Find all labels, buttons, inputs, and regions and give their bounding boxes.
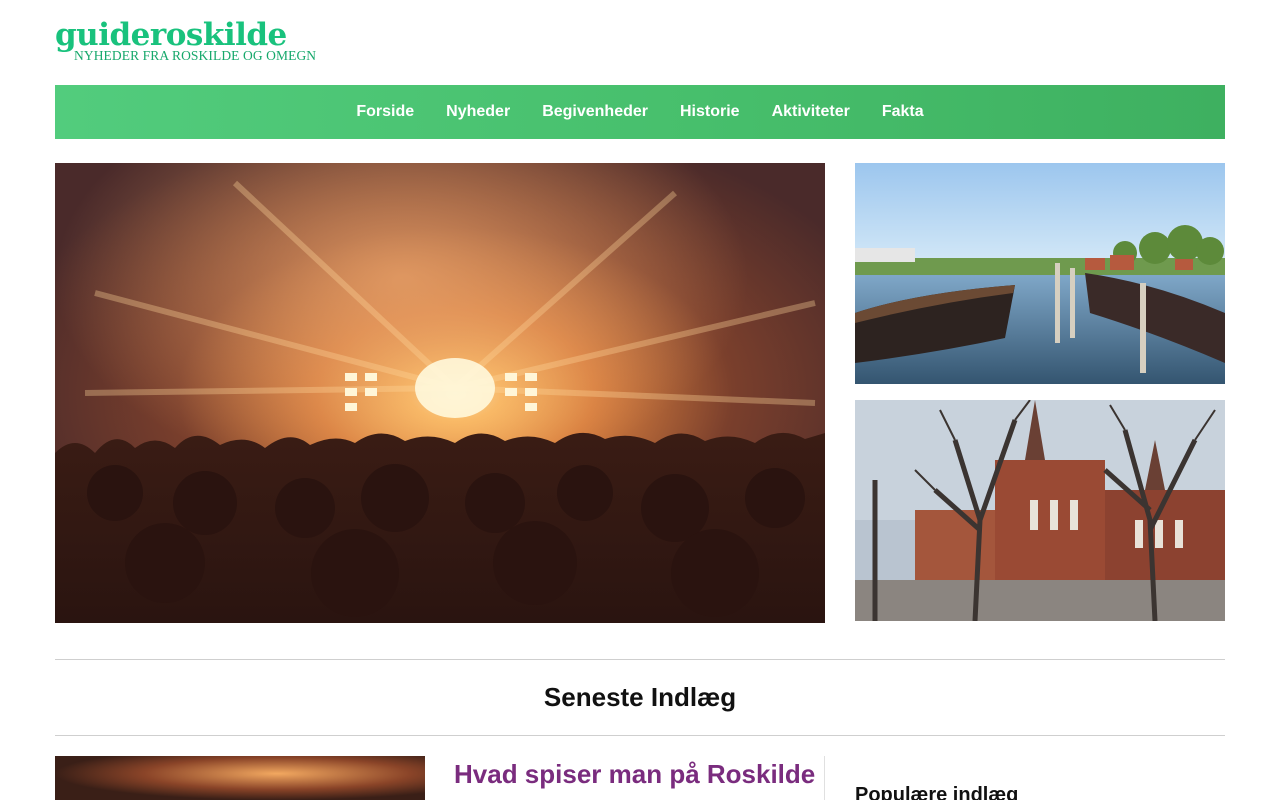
harbor-boats-image[interactable]: [855, 163, 1225, 384]
nav-item-forside[interactable]: Forside: [356, 103, 414, 121]
section-divider-top: [55, 659, 1225, 660]
column-divider: [824, 756, 825, 800]
logo-tagline: NYHEDER FRA ROSKILDE OG OMEGN: [74, 48, 317, 63]
popular-posts-heading: Populære indlæg: [855, 784, 1019, 800]
roskilde-cathedral-image[interactable]: [855, 400, 1225, 621]
latest-posts-heading: Seneste Indlæg: [543, 682, 737, 712]
section-divider-bottom: [55, 735, 1225, 736]
logo-wordmark: guideroskilde: [55, 17, 287, 53]
main-navigation: Forside Nyheder Begivenheder Historie Ak…: [55, 85, 1225, 139]
nav-item-nyheder[interactable]: Nyheder: [446, 103, 510, 121]
concert-thumbnail-image[interactable]: [55, 756, 425, 800]
site-logo[interactable]: guideroskilde NYHEDER FRA ROSKILDE OG OM…: [55, 17, 317, 64]
concert-crowd-image[interactable]: [55, 163, 825, 623]
nav-item-historie[interactable]: Historie: [680, 103, 740, 121]
nav-item-aktiviteter[interactable]: Aktiviteter: [772, 103, 850, 121]
nav-item-begivenheder[interactable]: Begivenheder: [542, 103, 648, 121]
nav-item-fakta[interactable]: Fakta: [882, 103, 924, 121]
post-title-link[interactable]: Hvad spiser man på Roskilde: [454, 758, 815, 790]
